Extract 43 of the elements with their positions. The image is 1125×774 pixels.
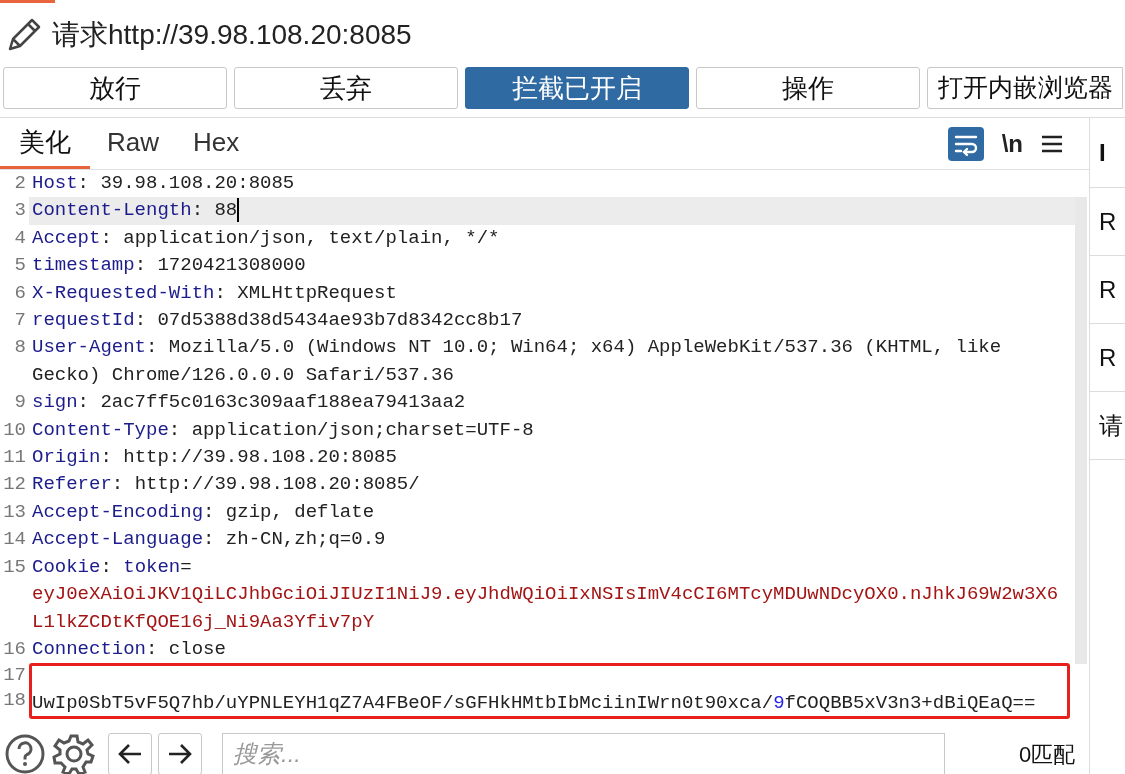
code-line: Accept-Encoding: gzip, deflate <box>31 499 376 525</box>
action-button[interactable]: 拦截已开启 <box>465 67 689 109</box>
match-count: 0匹配 <box>1019 740 1076 769</box>
code-line: sign: 2ac7ff5c0163c309aaf188ea79413aa2 <box>31 390 467 416</box>
code-line: Content-Type: application/json;charset=UTF-8 <box>31 417 535 443</box>
code-line: requestId: 07d5388d38d5434ae93b7d8342cc8b17 <box>31 308 524 334</box>
left-arrow-icon <box>117 743 143 765</box>
code-line: Accept: application/json, text/plain, */* <box>31 225 501 251</box>
action-button[interactable]: 放行 <box>3 67 227 109</box>
code-line: Accept-Language: zh-CN,zh;q=0.9 <box>31 527 387 553</box>
search-field[interactable]: 搜索... <box>222 733 945 774</box>
panel-item[interactable]: R <box>1099 271 1117 308</box>
panel-item[interactable]: I <box>1099 134 1106 171</box>
wrap-lines-icon[interactable] <box>947 126 984 161</box>
code-line: Content-Length: 88 <box>31 197 241 225</box>
line-number: 17 <box>2 663 27 689</box>
line-number: 18 <box>2 688 27 714</box>
back-button[interactable] <box>108 733 152 774</box>
code-line: Origin: http://39.98.108.20:8085 <box>31 445 398 471</box>
request-title: 请求http://39.98.108.20:8085 <box>52 18 412 52</box>
panel-item[interactable]: R <box>1099 203 1117 240</box>
action-button[interactable]: 打开内嵌浏览器 <box>927 67 1123 109</box>
view-tab[interactable]: Hex <box>176 118 257 169</box>
code-line: Host: 39.98.108.20:8085 <box>31 171 296 196</box>
view-tab[interactable]: Raw <box>90 118 176 169</box>
help-icon[interactable] <box>4 733 46 774</box>
right-arrow-icon <box>167 743 193 765</box>
code-line: User-Agent: Mozilla/5.0 (Windows NT 10.0; Win64; x64) AppleWebKit/537.36 (KHTML, like Gecko) Chrome/126.0.0.0 Safari/537.36 <box>31 335 1003 388</box>
line-number: 3 <box>0 197 29 225</box>
settings-icon[interactable] <box>52 732 96 774</box>
code-line: Connection: close <box>31 636 227 662</box>
action-button[interactable]: 丢弃 <box>234 67 458 109</box>
forward-button[interactable] <box>158 733 202 774</box>
panel-item[interactable]: R <box>1099 339 1117 376</box>
code-line: timestamp: 1720421308000 <box>31 253 307 279</box>
code-line: Referer: http://39.98.108.20:8085/ <box>31 472 421 498</box>
code-line: X-Requested-With: XMLHttpRequest <box>31 280 398 306</box>
newline-toggle[interactable]: \n <box>1001 125 1023 162</box>
panel-item[interactable]: 请 <box>1099 407 1123 444</box>
code-line: UwIp0SbT5vF5Q7hb/uYPNLEYH1qZ7A4FBeOF/sGFHkHMtbIbMciinIWrn0t90xca/9fCOQBB5xV3n3+dBiQEaQ== <box>32 691 1037 717</box>
menu-icon[interactable] <box>1041 133 1063 154</box>
action-button[interactable]: 操作 <box>696 67 920 109</box>
code-line: Cookie: token= eyJ0eXAiOiJKV1QiLCJhbGciOiJIUzI1NiJ9.eyJhdWQiOiIxNSIsImV4cCI6MTcyMDUwNDcyOX0.nJhkJ69W2w3X6L1lkZCDtKfQOE16j_Ni9Aa3Yfiv7pY <box>31 554 1060 635</box>
